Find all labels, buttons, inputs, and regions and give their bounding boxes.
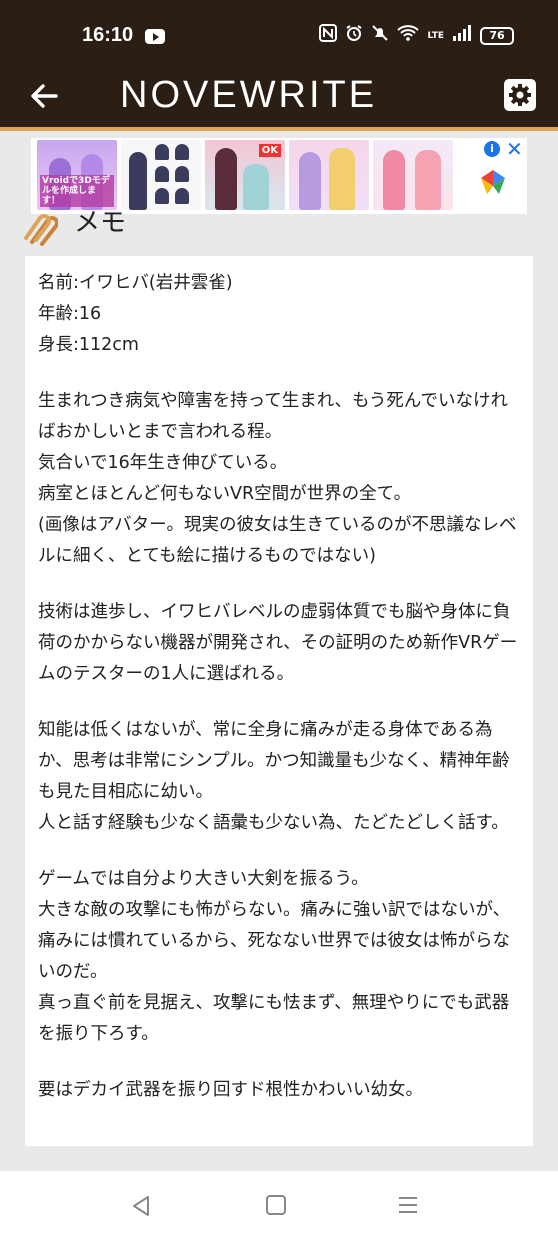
battery-icon: 76 [480, 26, 514, 45]
memo-paragraph: ゲームでは自分より大きい大剣を振るう。 大きな敵の攻撃にも怖がらない。痛みに強い訳… [38, 869, 511, 1044]
ad-thumb-1[interactable]: Vroidで3Dモデルを作成します！ [37, 140, 117, 210]
ad-banner[interactable]: Vroidで3Dモデルを作成します！ OK i ✕ [31, 138, 527, 214]
memo-header: メモ [22, 208, 222, 246]
nav-recents-icon[interactable] [398, 1196, 418, 1214]
paperclip-icon [24, 214, 58, 246]
ad-thumb-label: Vroidで3Dモデルを作成します！ [40, 175, 114, 207]
status-icons: LTE 76 [319, 24, 514, 47]
gear-icon [509, 84, 531, 106]
ad-close-icon[interactable]: ✕ [506, 138, 523, 160]
arrow-left-icon [31, 84, 58, 108]
memo-paragraph: 知能は低くはないが、常に全身に痛みが走る身体である為か、思考は非常にシンプル。か… [38, 720, 510, 833]
ad-brand-logo-icon [481, 170, 505, 194]
wifi-icon [397, 24, 420, 47]
ad-thumb-3[interactable]: OK [205, 140, 285, 210]
network-type: LTE [427, 30, 444, 41]
system-nav-bar [0, 1171, 558, 1240]
memo-paragraph: 技術は進歩し、イワヒバレベルの虚弱体質でも脳や身体に負荷のかからない機器が開発さ… [38, 602, 518, 684]
app-header: NOVEWRITE [0, 66, 558, 131]
mute-icon [371, 24, 389, 47]
memo-paragraph: 要はデカイ武器を振り回すド根性かわいい幼女。 [38, 1080, 423, 1100]
signal-icon [452, 24, 472, 47]
alarm-icon [345, 24, 363, 47]
memo-paragraph: 名前:イワヒバ(岩井雲雀) 年齢:16 身長:112cm [38, 273, 233, 355]
back-button[interactable] [28, 80, 60, 112]
ad-info-icon[interactable]: i [484, 141, 500, 157]
ad-thumb-4[interactable] [289, 140, 369, 210]
nfc-icon [319, 24, 338, 47]
memo-paragraph: 生まれつき病気や障害を持って生まれ、もう死んでいなければおかしいとまで言われる程… [38, 391, 517, 566]
ad-thumb-2[interactable] [121, 140, 201, 210]
memo-title: メモ [74, 208, 127, 238]
status-time: 16:10 [82, 24, 134, 46]
nav-back-icon[interactable] [130, 1195, 152, 1217]
settings-button[interactable] [504, 79, 536, 111]
app-title: NOVEWRITE [120, 74, 378, 116]
ad-thumb-5[interactable] [373, 140, 453, 210]
ad-ok-badge: OK [258, 144, 281, 157]
status-bar: 16:10 LTE 76 [0, 0, 558, 66]
youtube-icon [145, 29, 165, 44]
nav-home-icon[interactable] [266, 1195, 286, 1215]
memo-card: 名前:イワヒバ(岩井雲雀) 年齢:16 身長:112cm 生まれつき病気や障害を持っ… [25, 256, 533, 1146]
